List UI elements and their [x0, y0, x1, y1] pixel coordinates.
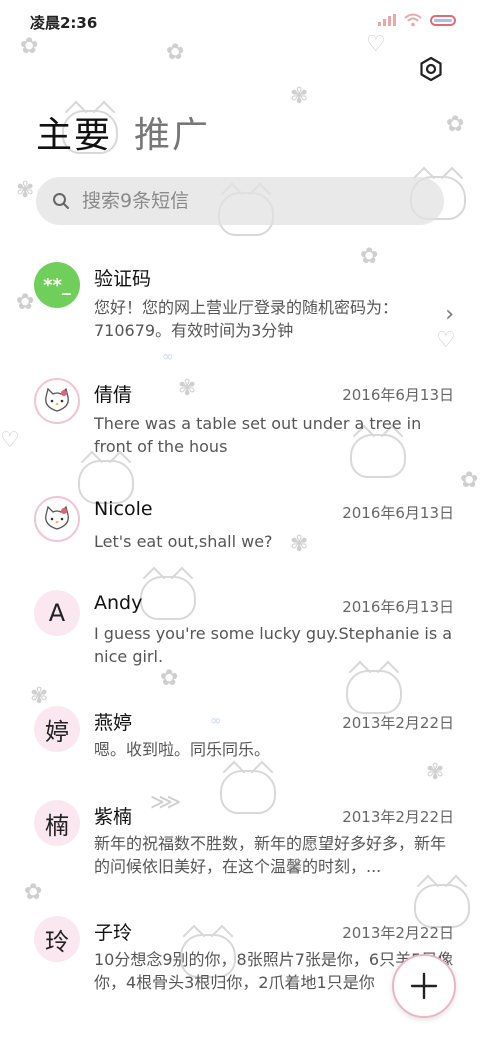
message-date: 2016年6月13日 [342, 504, 454, 522]
message-snippet: 您好！您的网上营业厅登录的随机密码为：710679。有效时间为3分钟 [94, 298, 399, 340]
tab-promotions[interactable]: 推广 [134, 106, 210, 158]
message-date: 2013年2月22日 [342, 924, 454, 942]
tab-primary[interactable]: 主要 [36, 106, 112, 158]
conversation-row[interactable]: **_ 验证码 您好！您的网上营业厅登录的随机密码为：710679。有效时间为3… [0, 260, 480, 360]
kitty-avatar [34, 378, 80, 424]
message-date: 2016年6月13日 [342, 386, 454, 404]
avatar: 玲 [34, 916, 80, 962]
message-snippet: I guess you're some lucky guy.Stephanie … [94, 624, 453, 666]
status-bar: 凌晨2:36 [0, 0, 480, 40]
message-date: 2016年6月13日 [342, 598, 454, 616]
avatar: **_ [34, 262, 80, 308]
status-icons [378, 13, 456, 27]
signal-icon [378, 14, 396, 26]
battery-icon [430, 14, 456, 26]
contact-name: 紫楠 [94, 806, 133, 828]
star-decoration: ✿ [446, 112, 465, 137]
conversation-row[interactable]: Nicole 2016年6月13日 Let's eat out,shall we… [0, 494, 480, 574]
conversation-row[interactable]: 楠 紫楠 2013年2月22日 新年的祝福数不胜数，新年的愿望好多好多，新年的问… [0, 798, 480, 898]
gear-icon[interactable] [418, 56, 444, 82]
contact-name: 验证码 [94, 268, 152, 290]
contact-name: 子玲 [94, 922, 133, 944]
contact-name: 倩倩 [94, 384, 133, 406]
paw-decoration: ✾ [290, 84, 309, 109]
avatar: A [34, 590, 80, 636]
conversation-row[interactable]: 婷 燕婷 2013年2月22日 嗯。收到啦。同乐同乐。 [0, 704, 480, 784]
star-decoration: ✿ [166, 40, 185, 65]
conversation-row[interactable]: 倩倩 2016年6月13日 There was a table set out … [0, 376, 480, 476]
message-snippet: 嗯。收到啦。同乐同乐。 [94, 740, 271, 759]
contact-name: 燕婷 [94, 712, 133, 734]
search-input[interactable] [80, 189, 404, 213]
avatar: 楠 [34, 800, 80, 846]
chevron-right-icon[interactable]: › [445, 302, 454, 327]
kitty-face-icon [45, 505, 69, 530]
contact-name: Nicole [94, 498, 153, 520]
avatar: 婷 [34, 706, 80, 752]
message-snippet: There was a table set out under a tree i… [94, 414, 422, 456]
message-snippet: 新年的祝福数不胜数，新年的愿望好多好多，新年的问候依旧美好，在这个温馨的时刻，.… [94, 834, 447, 876]
search-bar[interactable] [36, 177, 444, 225]
paw-decoration: ✾ [16, 178, 35, 203]
status-time: 凌晨2:36 [30, 14, 98, 32]
compose-button[interactable] [392, 954, 456, 1018]
conversation-row[interactable]: A Andy 2016年6月13日 I guess you're some lu… [0, 588, 480, 688]
message-snippet: Let's eat out,shall we? [94, 532, 273, 551]
message-date: 2013年2月22日 [342, 808, 454, 826]
kitty-avatar [34, 496, 80, 542]
message-date: 2013年2月22日 [342, 714, 454, 732]
contact-name: Andy [94, 592, 143, 614]
kitty-face-icon [45, 387, 69, 412]
wifi-icon [404, 13, 422, 27]
plus-icon [410, 972, 438, 1000]
tab-bar: 主要 推广 [36, 106, 210, 158]
search-icon [53, 193, 69, 209]
